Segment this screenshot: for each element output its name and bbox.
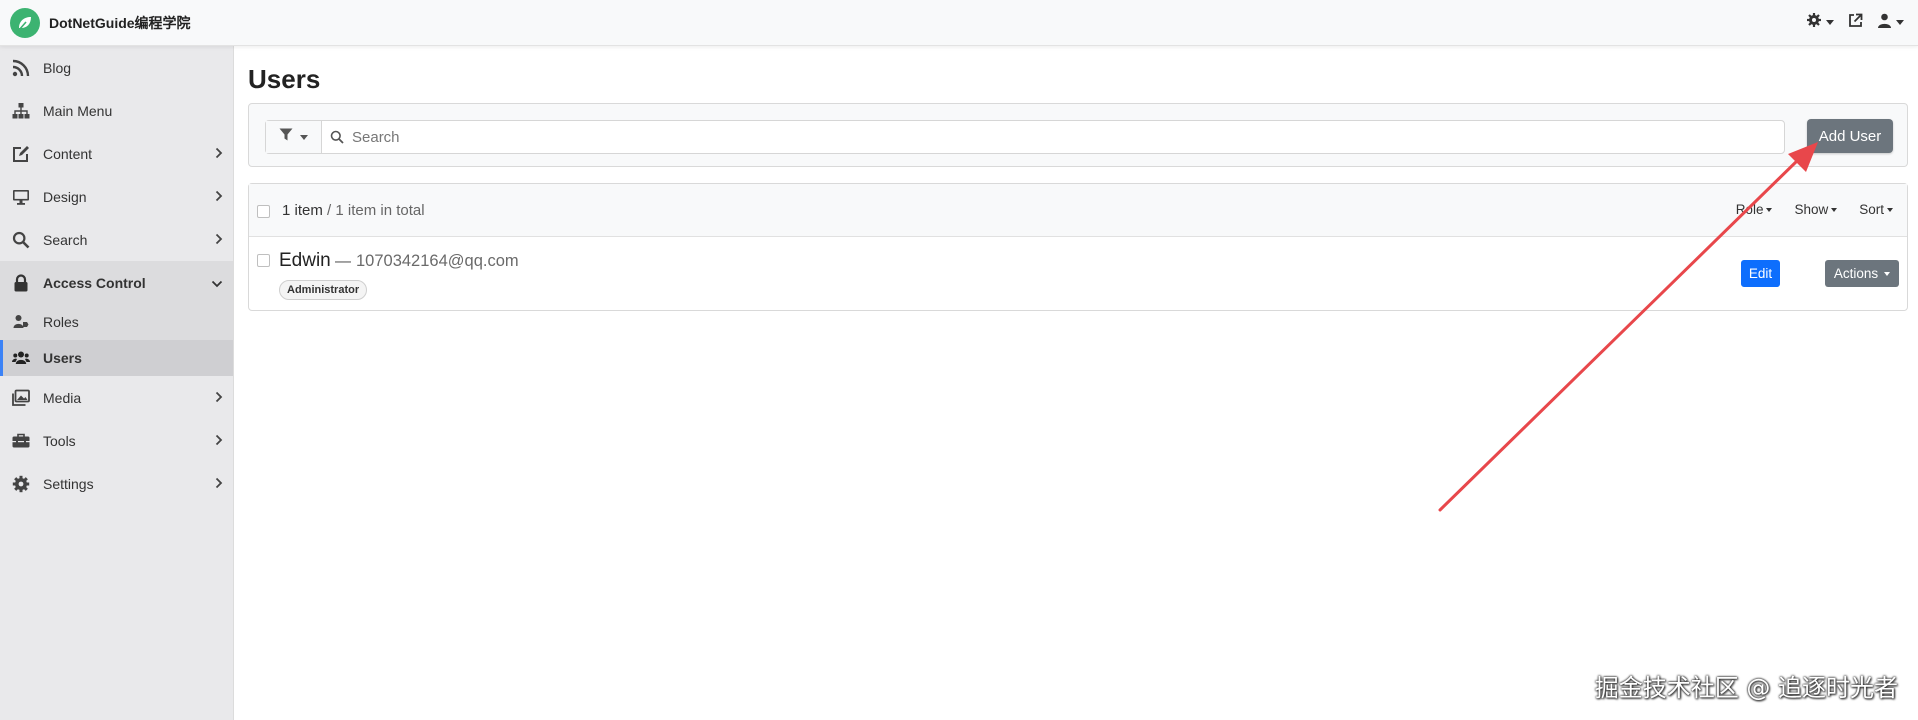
user-icon (1877, 13, 1892, 33)
sidebar-item-access-control[interactable]: Access Control (0, 261, 233, 304)
item-count: 1 item / 1 item in total (282, 202, 425, 219)
chevron-down-icon (1826, 20, 1834, 25)
sidebar-item-blog[interactable]: Blog (0, 46, 233, 89)
gear-icon (10, 473, 32, 495)
sidebar-item-roles[interactable]: Roles (0, 304, 233, 340)
item-count-label: 1 item (282, 202, 323, 219)
row-checkbox[interactable] (257, 254, 270, 267)
lock-icon (10, 272, 32, 294)
chevron-right-icon (215, 390, 223, 408)
list-header: 1 item / 1 item in total Role Show Sort (249, 184, 1907, 237)
page-title: Users (248, 64, 321, 94)
sidebar-item-label: Users (43, 350, 82, 366)
leaf-logo-icon (10, 8, 40, 38)
sidebar-item-label: Design (43, 188, 87, 205)
select-all-checkbox[interactable] (257, 205, 270, 218)
sidebar-item-settings[interactable]: Settings (0, 462, 233, 505)
filter-bar: Add User (248, 103, 1908, 167)
user-tag-icon (10, 311, 32, 333)
chevron-down-icon (1896, 20, 1904, 25)
sidebar-item-label: Content (43, 145, 93, 162)
sidebar-item-label: Media (43, 389, 82, 406)
sidebar-item-tools[interactable]: Tools (0, 419, 233, 462)
sidebar-item-label: Main Menu (43, 102, 113, 119)
chevron-down-icon (1766, 207, 1773, 212)
role-filter-label: Role (1735, 202, 1764, 217)
table-row: Edwin — 1070342164@qq.com Administrator … (249, 237, 1907, 311)
rss-icon (10, 57, 32, 79)
search-icon (322, 121, 352, 153)
chevron-right-icon (215, 232, 223, 250)
users-list: 1 item / 1 item in total Role Show Sort … (248, 183, 1908, 311)
sidebar-item-content[interactable]: Content (0, 132, 233, 175)
show-filter-label: Show (1794, 202, 1829, 217)
filter-icon (279, 128, 293, 146)
toolbox-icon (10, 430, 32, 452)
sort-dropdown[interactable]: Sort (1859, 202, 1893, 217)
sidebar-item-search[interactable]: Search (0, 218, 233, 261)
external-link-icon (1848, 13, 1863, 33)
separator: — (335, 253, 351, 270)
sidebar-item-label: Roles (43, 314, 79, 330)
sidebar-item-label: Access Control (43, 274, 146, 291)
gear-icon (1806, 12, 1822, 33)
sitemap-icon (10, 100, 32, 122)
user-email: 1070342164@qq.com (356, 252, 519, 270)
brand[interactable]: DotNetGuide编程学院 (10, 8, 191, 38)
images-icon (10, 387, 32, 409)
watermark: 掘金技术社区 @ 追逐时光者 (1594, 674, 1898, 702)
chevron-right-icon (215, 433, 223, 451)
chevron-down-icon (211, 275, 223, 293)
sidebar: Blog Main Menu Content Design Search Acc… (0, 46, 234, 720)
item-total-label: / 1 item in total (322, 202, 425, 219)
search-group (265, 120, 1785, 154)
role-badge: Administrator (279, 280, 368, 300)
role-filter-dropdown[interactable]: Role (1736, 202, 1773, 217)
sidebar-item-label: Search (43, 231, 88, 248)
edit-icon (10, 143, 32, 165)
users-icon (10, 347, 32, 369)
add-user-button[interactable]: Add User (1807, 119, 1893, 153)
chevron-down-icon (300, 134, 308, 140)
desktop-icon (10, 186, 32, 208)
actions-label: Actions (1833, 266, 1879, 281)
sidebar-item-label: Tools (43, 432, 76, 449)
sidebar-item-main-menu[interactable]: Main Menu (0, 89, 233, 132)
list-header-menus: Role Show Sort (1736, 202, 1893, 217)
sidebar-item-label: Settings (43, 475, 94, 492)
brand-name: DotNetGuide编程学院 (49, 15, 191, 31)
filter-dropdown-button[interactable] (266, 121, 322, 153)
show-filter-dropdown[interactable]: Show (1794, 202, 1838, 217)
chevron-right-icon (215, 189, 223, 207)
chevron-down-icon (1831, 207, 1838, 212)
search-input[interactable] (352, 121, 1784, 153)
sidebar-item-media[interactable]: Media (0, 376, 233, 419)
chevron-right-icon (215, 146, 223, 164)
user-menu[interactable] (1877, 13, 1904, 33)
user-name-link[interactable]: Edwin (279, 250, 331, 272)
sidebar-item-users[interactable]: Users (0, 340, 233, 376)
search-icon (10, 229, 32, 251)
main-content: Users Add User 1 item / 1 item in total … (234, 46, 1918, 720)
chevron-down-icon (1887, 207, 1893, 212)
top-icons (1806, 12, 1904, 33)
chevron-down-icon (1884, 271, 1891, 276)
sidebar-item-design[interactable]: Design (0, 175, 233, 218)
chevron-right-icon (215, 476, 223, 494)
top-navbar: DotNetGuide编程学院 (0, 0, 1918, 46)
actions-dropdown-button[interactable]: Actions (1825, 260, 1899, 287)
visit-site-link[interactable] (1848, 13, 1863, 33)
theme-menu[interactable] (1806, 12, 1834, 33)
edit-button[interactable]: Edit (1741, 260, 1780, 287)
sidebar-item-label: Blog (43, 59, 72, 76)
sort-label: Sort (1859, 202, 1884, 217)
